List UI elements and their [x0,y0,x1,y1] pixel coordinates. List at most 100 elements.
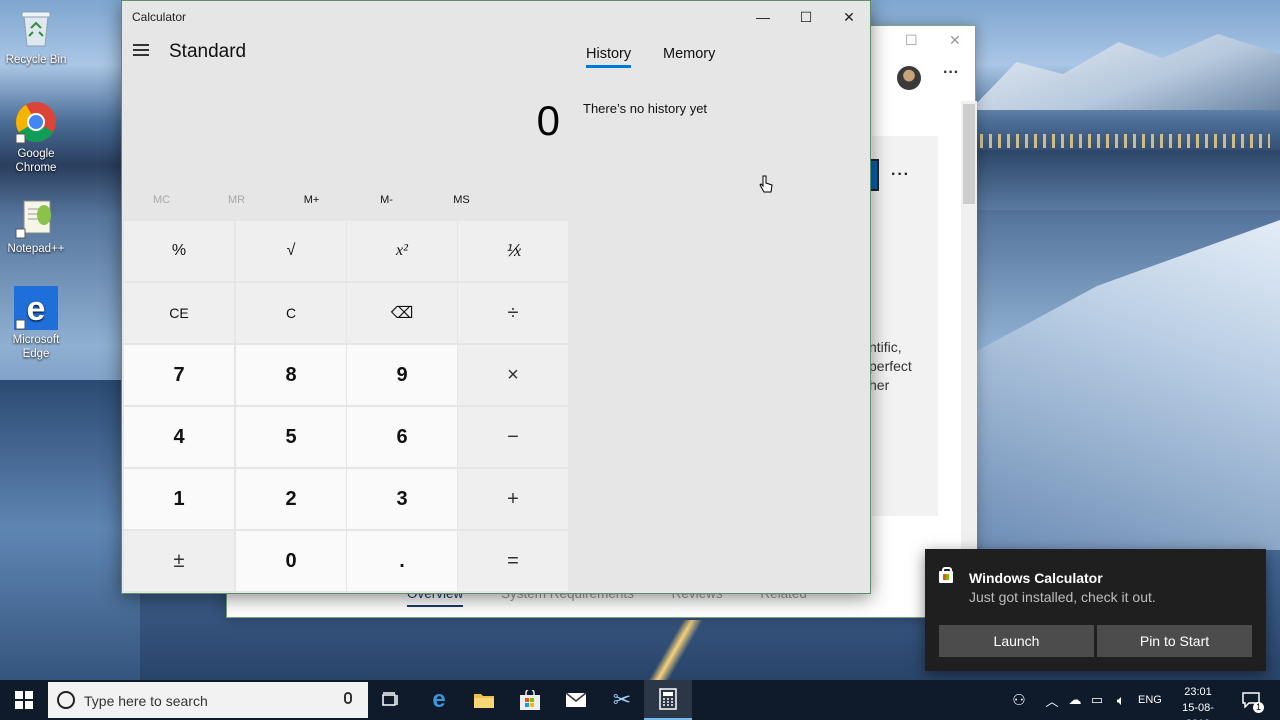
digit-5-button[interactable]: 5 [236,407,346,467]
digit-3-button[interactable]: 3 [347,469,457,529]
wallpaper-lowland [0,380,140,680]
display-value: 0 [536,97,560,144]
digit-1-button[interactable]: 1 [124,469,234,529]
clear-button[interactable]: C [236,283,346,343]
memory-add-button[interactable]: M+ [274,194,349,206]
hamburger-menu-icon[interactable] [133,44,149,56]
recycle-bin-icon [14,6,58,50]
desktop-icon-label: Microsoft Edge [12,334,60,360]
store-close-icon[interactable]: ✕ [949,32,961,49]
chrome-icon [14,100,58,144]
minimize-button[interactable]: — [741,1,785,33]
svg-text:e: e [27,290,46,328]
calculator-window: Calculator — ☐ ✕ Standard 0 MC MR M+ M- … [121,0,871,594]
digit-8-button[interactable]: 8 [236,345,346,405]
launch-button[interactable]: Launch [939,625,1094,657]
store-side-panel [872,136,938,516]
store-maximize-icon[interactable]: ☐ [905,32,918,49]
edge-icon: e [14,286,58,330]
taskbar-edge-button[interactable]: e [415,680,463,720]
memory-recall-button: MR [227,194,246,206]
clock[interactable]: 23:01 15-08-2019 [1170,684,1226,720]
maximize-button[interactable]: ☐ [784,1,828,33]
calculator-icon [659,688,677,710]
wallpaper-road-lights [600,620,750,680]
volume-button[interactable]: 🔈︎ [1108,680,1134,720]
desktop-icon-recycle-bin[interactable]: Recycle Bin [0,6,72,67]
tab-history[interactable]: History [586,46,632,68]
task-view-icon [382,692,398,706]
memory-store-button[interactable]: MS [424,194,499,206]
notification-title: Windows Calculator [969,570,1103,586]
equals-button[interactable]: = [458,531,568,591]
store-scrollbar-thumb[interactable] [963,104,975,204]
digit-4-button[interactable]: 4 [124,407,234,467]
window-title: Calculator [132,10,187,24]
network-icon: ▭ [1090,692,1104,707]
plus-button[interactable]: + [458,469,568,529]
digit-6-button[interactable]: 6 [347,407,457,467]
taskbar-mail-button[interactable] [552,680,600,720]
input-language[interactable]: ENG [1138,694,1162,706]
decimal-button[interactable]: . [347,531,457,591]
action-center-button[interactable]: 1 [1236,680,1266,720]
microphone-icon[interactable] [344,692,352,704]
clock-time: 23:01 [1184,686,1212,698]
account-avatar[interactable] [897,66,921,90]
close-button[interactable]: ✕ [827,1,871,33]
pin-to-start-button[interactable]: Pin to Start [1097,625,1252,657]
store-more-icon[interactable]: ··· [943,64,959,82]
taskbar-explorer-button[interactable] [460,680,508,720]
wallpaper-city-lights [980,134,1270,148]
onedrive-button[interactable]: ☁ [1064,680,1086,720]
desktop-icon-edge[interactable]: e Microsoft Edge [0,286,72,361]
cloud-icon: ☁ [1068,692,1082,707]
negate-button[interactable]: ± [124,531,234,591]
desktop-icon-label: Notepad++ [7,243,65,255]
wallpaper-mountain [970,34,1280,110]
percent-button[interactable]: % [124,221,234,281]
divide-button[interactable]: ÷ [458,283,568,343]
chevron-up-icon: ︿ [1045,693,1059,709]
memory-clear-button: MC [152,194,171,206]
notification-toast: Windows Calculator Just got installed, c… [925,549,1266,671]
history-empty-message: There’s no history yet [583,101,708,116]
start-button[interactable] [0,680,48,720]
network-button[interactable]: ▭ [1086,680,1108,720]
task-view-button[interactable] [367,680,415,720]
search-placeholder: Type here to search [84,693,208,709]
square-root-button[interactable]: √ [236,221,346,281]
digit-0-button[interactable]: 0 [236,531,346,591]
cortana-icon [57,691,75,709]
backspace-button[interactable]: ⌫ [347,283,457,343]
taskbar-calculator-button[interactable] [644,680,692,720]
people-icon: ⚇ [1012,692,1026,709]
hand-cursor-icon [759,175,773,193]
taskbar-snipping-tool-button[interactable]: ✂ [598,680,646,720]
tab-memory[interactable]: Memory [663,46,715,62]
digit-2-button[interactable]: 2 [236,469,346,529]
digit-9-button[interactable]: 9 [347,345,457,405]
show-hidden-icons-button[interactable]: ︿ [1040,680,1064,720]
reciprocal-button[interactable]: ⅟x [458,221,568,281]
desktop-icon-label: Recycle Bin [5,54,67,66]
desktop-icon-notepadpp[interactable]: Notepad++ [0,195,72,256]
windows-logo-icon [15,691,33,709]
speaker-icon: 🔈︎ [1116,691,1126,708]
calculator-mode: Standard [169,41,247,62]
digit-7-button[interactable]: 7 [124,345,234,405]
minus-button[interactable]: − [458,407,568,467]
square-button[interactable]: x² [347,221,457,281]
memory-subtract-button[interactable]: M- [349,194,424,206]
taskbar-store-button[interactable] [506,680,554,720]
store-bag-icon [939,567,953,583]
people-button[interactable]: ⚇ [1003,680,1035,720]
desktop-icon-label: Google Chrome [15,148,57,174]
clear-entry-button[interactable]: CE [124,283,234,343]
mail-icon [565,692,587,707]
desktop-icon-chrome[interactable]: Google Chrome [0,100,72,175]
multiply-button[interactable]: × [458,345,568,405]
taskbar-search-box[interactable]: Type here to search [48,682,368,718]
wallpaper-snow-slope [975,220,1280,550]
store-options-button[interactable]: ··· [891,166,910,184]
